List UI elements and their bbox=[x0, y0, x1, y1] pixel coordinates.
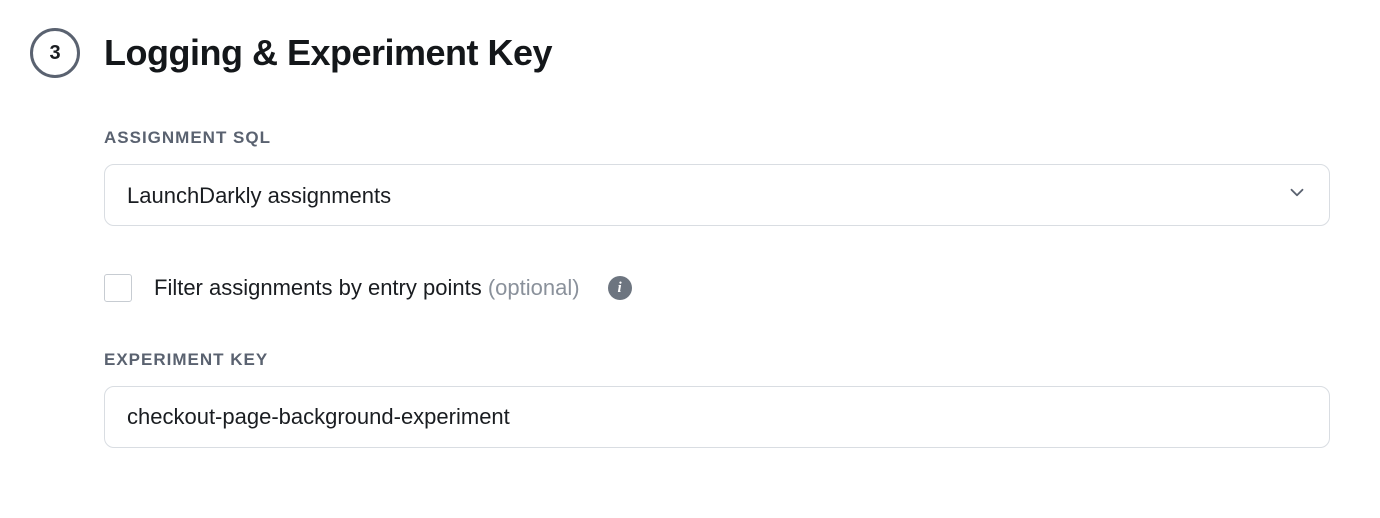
experiment-key-input[interactable] bbox=[104, 386, 1330, 448]
filter-label-text: Filter assignments by entry points bbox=[154, 275, 488, 300]
section-header: 3 Logging & Experiment Key bbox=[30, 28, 1350, 78]
info-icon[interactable]: i bbox=[608, 276, 632, 300]
filter-checkbox[interactable] bbox=[104, 274, 132, 302]
assignment-sql-label: ASSIGNMENT SQL bbox=[104, 128, 1330, 148]
experiment-key-label: EXPERIMENT KEY bbox=[104, 350, 1330, 370]
step-number: 3 bbox=[49, 42, 60, 65]
filter-optional-text: (optional) bbox=[488, 275, 580, 300]
assignment-sql-select-wrapper: LaunchDarkly assignments bbox=[104, 164, 1330, 226]
step-number-badge: 3 bbox=[30, 28, 80, 78]
assignment-sql-select[interactable]: LaunchDarkly assignments bbox=[104, 164, 1330, 226]
form-area: ASSIGNMENT SQL LaunchDarkly assignments … bbox=[30, 128, 1330, 448]
filter-checkbox-row: Filter assignments by entry points (opti… bbox=[104, 274, 1330, 302]
filter-checkbox-label: Filter assignments by entry points (opti… bbox=[154, 275, 580, 301]
section-title: Logging & Experiment Key bbox=[104, 32, 552, 74]
